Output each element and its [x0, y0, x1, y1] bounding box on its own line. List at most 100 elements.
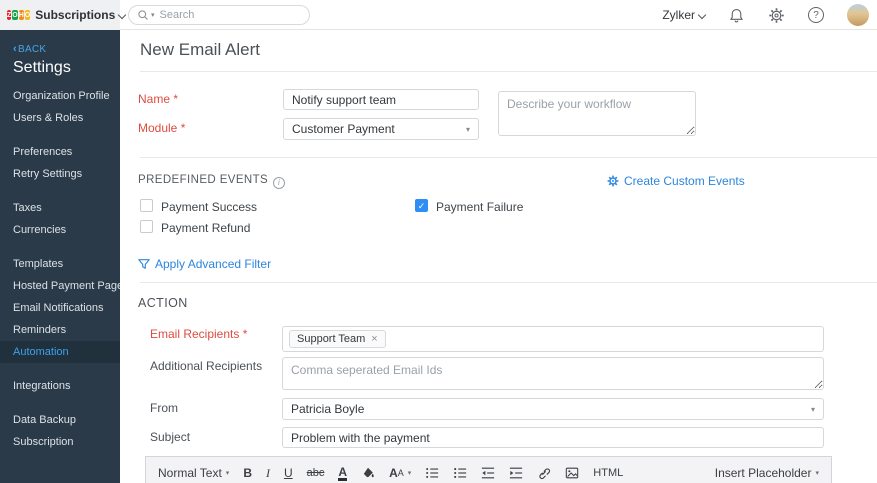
email-recipients-input[interactable]: Support Team × [282, 326, 824, 352]
settings-sidebar: ‹BACK Settings Organization Profile User… [0, 30, 120, 483]
image-icon [565, 466, 579, 480]
required-asterisk: * [181, 121, 186, 135]
font-picker-dropdown[interactable]: AA ▾ [389, 466, 411, 480]
insert-placeholder-dropdown[interactable]: Insert Placeholder ▾ [715, 466, 819, 480]
chevron-down-icon[interactable] [119, 11, 120, 18]
from-select[interactable]: Patricia Boyle ▾ [282, 398, 824, 420]
additional-recipients-label: Additional Recipients [150, 359, 262, 373]
font-picker-icon: A [389, 466, 398, 480]
insert-image-button[interactable] [565, 466, 579, 480]
payment-failure-label[interactable]: Payment Failure [436, 200, 523, 214]
org-switcher[interactable]: Zylker [662, 8, 706, 22]
sidebar-item-integrations[interactable]: Integrations [0, 375, 120, 397]
outdent-icon [481, 466, 495, 480]
predefined-events-heading: PREDEFINED EVENTSi [138, 174, 285, 187]
payment-refund-checkbox[interactable] [140, 220, 153, 233]
html-button[interactable]: HTML [593, 467, 623, 479]
help-button[interactable]: ? [808, 7, 824, 23]
subject-input[interactable] [282, 427, 824, 448]
chevron-down-icon: ▾ [226, 469, 230, 477]
font-color-button[interactable]: A [338, 466, 347, 481]
question-icon: ? [808, 7, 824, 23]
org-name: Zylker [662, 8, 695, 22]
divider [140, 282, 877, 283]
module-value: Customer Payment [292, 122, 395, 136]
create-custom-events-label: Create Custom Events [624, 174, 745, 188]
sidebar-item-retry-settings[interactable]: Retry Settings [0, 163, 120, 185]
rich-text-toolbar: Normal Text ▾ B I U abc A AA ▾ [145, 456, 832, 483]
top-bar: Z O H O Subscriptions ▾ Search Zylker [0, 0, 877, 30]
ordered-list-icon [425, 466, 439, 480]
sidebar-item-data-backup[interactable]: Data Backup [0, 409, 120, 431]
bell-icon [728, 7, 745, 24]
ordered-list-button[interactable] [425, 466, 439, 480]
zoho-logo-tile: Z [7, 10, 11, 20]
module-label-text: Module [138, 121, 177, 135]
highlight-color-button[interactable] [361, 466, 375, 480]
name-label: Name * [138, 92, 178, 106]
required-asterisk: * [173, 92, 178, 106]
description-textarea[interactable] [498, 91, 696, 136]
app-logo[interactable]: Z O H O Subscriptions [0, 0, 120, 30]
outdent-button[interactable] [481, 466, 495, 480]
recipient-chip-label: Support Team [297, 333, 365, 345]
sidebar-item-reminders[interactable]: Reminders [0, 319, 120, 341]
name-label-text: Name [138, 92, 170, 106]
sidebar-item-taxes[interactable]: Taxes [0, 197, 120, 219]
settings-button[interactable] [768, 7, 785, 24]
italic-button[interactable]: I [266, 466, 270, 481]
additional-recipients-textarea[interactable] [282, 357, 824, 390]
payment-refund-label[interactable]: Payment Refund [161, 221, 250, 235]
recipient-chip: Support Team × [289, 330, 386, 348]
chevron-down-icon [699, 11, 706, 18]
sidebar-item-preferences[interactable]: Preferences [0, 141, 120, 163]
underline-button[interactable]: U [284, 466, 293, 480]
sidebar-item-templates[interactable]: Templates [0, 253, 120, 275]
action-heading: ACTION [138, 296, 188, 310]
module-label: Module * [138, 121, 185, 135]
sidebar-item-organization-profile[interactable]: Organization Profile [0, 85, 120, 107]
zoho-logo-tile: O [12, 10, 17, 20]
back-label: BACK [18, 44, 46, 55]
paint-bucket-icon [361, 466, 375, 480]
strikethrough-button[interactable]: abc [307, 467, 325, 479]
required-asterisk: * [243, 327, 248, 341]
user-avatar[interactable] [847, 4, 869, 26]
gear-icon [607, 175, 619, 187]
subject-label: Subject [150, 430, 190, 444]
indent-button[interactable] [509, 466, 523, 480]
name-input[interactable] [283, 89, 479, 110]
module-select[interactable]: Customer Payment ▾ [283, 118, 479, 140]
bold-button[interactable]: B [243, 466, 252, 480]
sidebar-item-users-roles[interactable]: Users & Roles [0, 107, 120, 129]
sidebar-item-automation[interactable]: Automation [0, 341, 120, 363]
payment-success-label[interactable]: Payment Success [161, 200, 257, 214]
indent-icon [509, 466, 523, 480]
chevron-down-icon: ▾ [815, 469, 819, 477]
sidebar-item-hosted-payment-pages[interactable]: Hosted Payment Pages [0, 275, 120, 297]
sidebar-title: Settings [13, 59, 120, 77]
filter-funnel-icon [138, 258, 150, 270]
product-name: Subscriptions [35, 8, 115, 22]
remove-chip-icon[interactable]: × [371, 333, 377, 345]
paragraph-style-dropdown[interactable]: Normal Text ▾ [158, 466, 229, 480]
info-icon[interactable]: i [273, 177, 285, 189]
page-title: New Email Alert [140, 40, 260, 60]
divider [140, 157, 877, 158]
back-button[interactable]: ‹BACK [0, 30, 120, 55]
apply-advanced-filter-link[interactable]: Apply Advanced Filter [138, 257, 271, 271]
email-recipients-label-text: Email Recipients [150, 327, 239, 341]
payment-success-checkbox[interactable] [140, 199, 153, 212]
notifications-button[interactable] [728, 7, 745, 24]
email-recipients-label: Email Recipients * [150, 327, 247, 341]
create-custom-events-link[interactable]: Create Custom Events [607, 174, 745, 188]
search-input[interactable]: ▾ Search [128, 5, 310, 25]
search-scope-caret-icon[interactable]: ▾ [151, 11, 155, 19]
payment-failure-checkbox[interactable]: ✓ [415, 199, 428, 212]
sidebar-item-email-notifications[interactable]: Email Notifications [0, 297, 120, 319]
sidebar-item-subscription[interactable]: Subscription [0, 431, 120, 453]
unordered-list-button[interactable] [453, 466, 467, 480]
insert-placeholder-label: Insert Placeholder [715, 466, 812, 480]
insert-link-button[interactable] [537, 466, 551, 480]
sidebar-item-currencies[interactable]: Currencies [0, 219, 120, 241]
